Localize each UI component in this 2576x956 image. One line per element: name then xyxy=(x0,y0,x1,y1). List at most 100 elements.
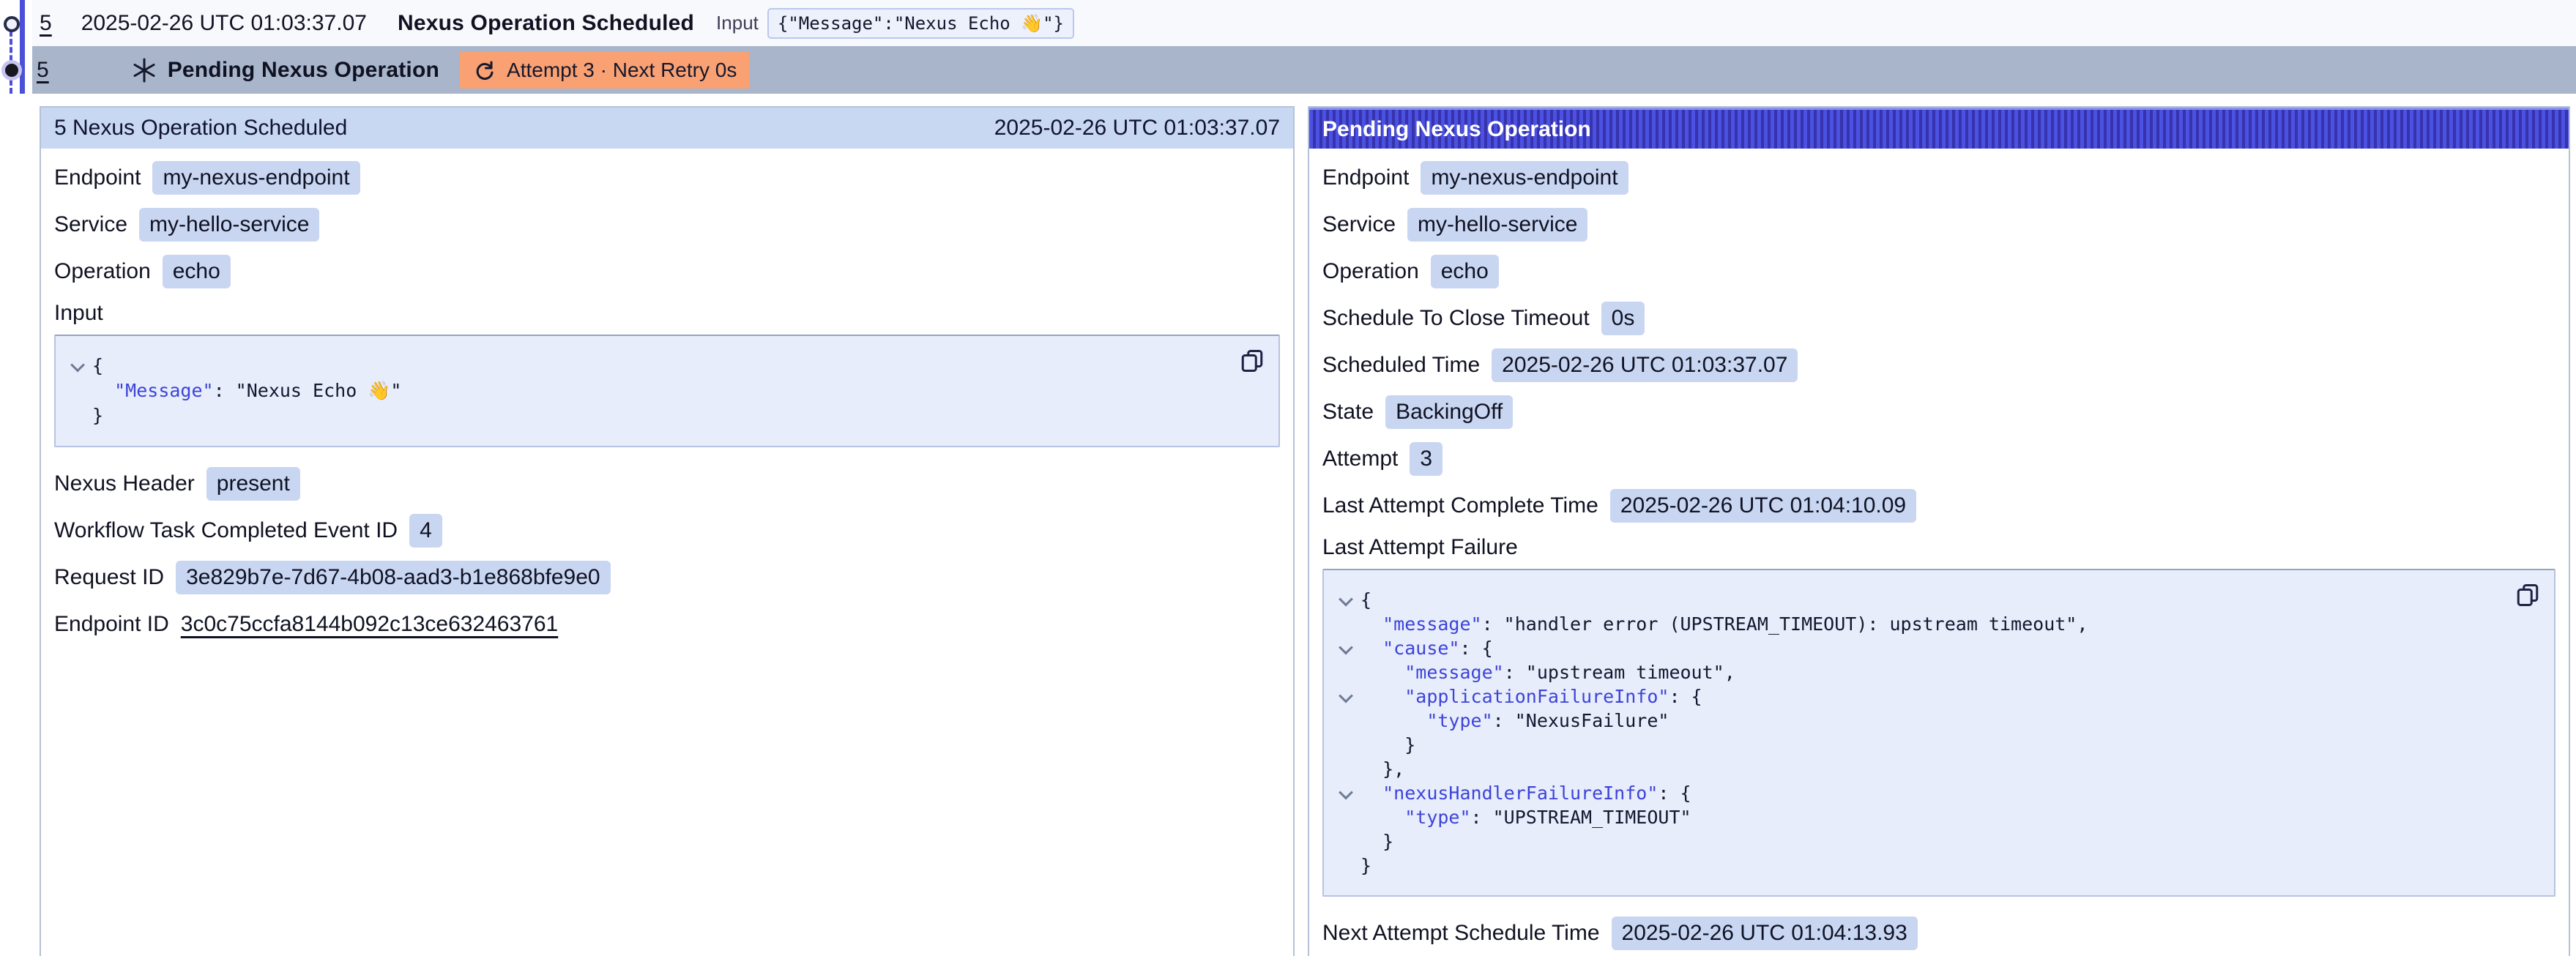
collapse-gutter xyxy=(63,354,92,378)
field-service: Service my-hello-service xyxy=(54,207,1280,242)
failure-json-lines: { "message": "handler error (UPSTREAM_TI… xyxy=(1331,588,2510,878)
field-label: Scheduled Time xyxy=(1322,353,1480,378)
field-label: Workflow Task Completed Event ID xyxy=(54,518,398,543)
code-line: "type": "NexusFailure" xyxy=(1331,709,2510,733)
field-attempt: Attempt 3 xyxy=(1322,441,2555,476)
retry-badge-label: Attempt 3 · Next Retry 0s xyxy=(507,59,737,82)
field-label: Endpoint xyxy=(54,165,141,190)
code-gutter xyxy=(1331,854,1360,878)
field-value-chip: my-hello-service xyxy=(1407,208,1587,242)
code-text: "message": "handler error (UPSTREAM_TIME… xyxy=(1360,612,2088,636)
code-gutter xyxy=(1331,612,1360,636)
code-line: } xyxy=(1331,733,2510,757)
pending-event-title: Pending Nexus Operation xyxy=(168,58,439,83)
code-gutter xyxy=(1331,757,1360,781)
code-line: "applicationFailureInfo": { xyxy=(1331,684,2510,709)
field-label: Schedule To Close Timeout xyxy=(1322,306,1590,331)
code-text: } xyxy=(92,403,103,428)
code-text: "nexusHandlerFailureInfo": { xyxy=(1360,781,1691,805)
code-text: "Message": "Nexus Echo 👋" xyxy=(92,378,401,403)
field-operation: Operationecho xyxy=(54,254,1280,288)
field-value-link[interactable]: 3c0c75ccfa8144b092c13ce632463761 xyxy=(181,612,558,637)
code-text: "type": "UPSTREAM_TIMEOUT" xyxy=(1360,805,1691,829)
field-label: Operation xyxy=(1322,259,1419,284)
code-text: "type": "NexusFailure" xyxy=(1360,709,1669,733)
code-line: } xyxy=(1331,854,2510,878)
event-id-link[interactable]: 5 xyxy=(40,11,52,36)
code-line: { xyxy=(1331,588,2510,612)
field-next-attempt-schedule-time: Next Attempt Schedule Time2025-02-26 UTC… xyxy=(1322,916,2555,950)
field-label: Next Attempt Schedule Time xyxy=(1322,921,1600,946)
event-detail-header-timestamp: 2025-02-26 UTC 01:03:37.07 xyxy=(994,116,1280,141)
field-value-chip: my-nexus-endpoint xyxy=(1421,161,1628,195)
chevron-down-icon[interactable] xyxy=(1339,640,1353,654)
code-text: "applicationFailureInfo": { xyxy=(1360,684,1702,709)
right-fields-bottom: Next Attempt Schedule Time2025-02-26 UTC… xyxy=(1322,916,2555,950)
field-value-chip: 3 xyxy=(1410,442,1443,476)
failure-json-viewer: { "message": "handler error (UPSTREAM_TI… xyxy=(1322,569,2555,897)
field-state: StateBackingOff xyxy=(1322,395,2555,429)
failure-section-label: Last Attempt Failure xyxy=(1322,535,2555,560)
field-value-chip: 3e829b7e-7d67-4b08-aad3-b1e868bfe9e0 xyxy=(176,561,611,594)
code-line: "Message": "Nexus Echo 👋" xyxy=(63,378,1235,403)
code-line: }, xyxy=(1331,757,2510,781)
chevron-down-icon[interactable] xyxy=(1339,591,1353,606)
code-line: "message": "upstream timeout", xyxy=(1331,660,2510,684)
copy-icon[interactable] xyxy=(1239,348,1265,374)
field-schedule-to-close-timeout: Schedule To Close Timeout0s xyxy=(1322,301,2555,335)
chevron-down-icon[interactable] xyxy=(1339,688,1353,703)
timeline-event-dot-open-icon xyxy=(4,16,20,32)
field-endpoint: Endpointmy-nexus-endpoint xyxy=(54,160,1280,195)
retry-arrow-icon xyxy=(473,59,496,82)
pending-operation-header: Pending Nexus Operation xyxy=(1309,108,2569,149)
field-operation: Operation echo xyxy=(1322,254,2555,288)
event-detail-panel: 5 Nexus Operation Scheduled 2025-02-26 U… xyxy=(40,106,1295,956)
code-text: { xyxy=(1360,588,1371,612)
field-request-id: Request ID 3e829b7e-7d67-4b08-aad3-b1e868… xyxy=(54,560,1280,594)
collapse-gutter xyxy=(1331,684,1360,709)
copy-icon[interactable] xyxy=(2514,582,2541,608)
collapse-gutter xyxy=(1331,636,1360,660)
field-label: Request ID xyxy=(54,565,164,590)
chevron-down-icon[interactable] xyxy=(1339,785,1353,799)
field-endpoint: Endpoint my-nexus-endpoint xyxy=(1322,160,2555,195)
event-timestamp: 2025-02-26 UTC 01:03:37.07 xyxy=(81,11,367,36)
field-label: Service xyxy=(54,212,127,237)
asterisk-icon xyxy=(131,57,157,83)
input-json-viewer: { "Message": "Nexus Echo 👋"} xyxy=(54,335,1280,447)
field-value-chip: my-hello-service xyxy=(139,208,319,242)
event-row-pending-nexus-operation[interactable]: 5 Pending Nexus Operation Attempt 3 · Ne… xyxy=(32,46,2576,94)
field-label: Endpoint ID xyxy=(54,612,169,637)
code-line: "type": "UPSTREAM_TIMEOUT" xyxy=(1331,805,2510,829)
field-label: Service xyxy=(1322,212,1396,237)
code-text: "message": "upstream timeout", xyxy=(1360,660,1735,684)
timeline-dashed-connector xyxy=(10,31,12,94)
field-value-chip: echo xyxy=(163,255,231,288)
field-value-chip: echo xyxy=(1431,255,1499,288)
code-gutter xyxy=(1331,660,1360,684)
event-detail-header: 5 Nexus Operation Scheduled 2025-02-26 U… xyxy=(41,108,1293,149)
event-row-nexus-operation-scheduled[interactable]: 5 2025-02-26 UTC 01:03:37.07 Nexus Opera… xyxy=(32,0,2576,46)
pending-operation-panel: Pending Nexus Operation Endpoint my-nexus… xyxy=(1308,106,2570,956)
code-line: { xyxy=(63,354,1235,378)
field-value-chip: 4 xyxy=(409,514,442,548)
field-label: Attempt xyxy=(1322,447,1398,471)
chevron-down-icon[interactable] xyxy=(70,358,85,373)
field-last-attempt-complete-time: Last Attempt Complete Time2025-02-26 UTC… xyxy=(1322,488,2555,523)
retry-status-badge: Attempt 3 · Next Retry 0s xyxy=(460,52,750,89)
pending-operation-header-title: Pending Nexus Operation xyxy=(1322,117,1591,142)
collapse-gutter xyxy=(1331,588,1360,612)
field-label: Nexus Header xyxy=(54,471,195,496)
field-scheduled-time: Scheduled Time2025-02-26 UTC 01:03:37.07 xyxy=(1322,348,2555,382)
field-label: Endpoint xyxy=(1322,165,1409,190)
pending-event-id-link[interactable]: 5 xyxy=(37,58,49,83)
event-title: Nexus Operation Scheduled xyxy=(398,11,694,36)
timeline-event-dot-filled-icon xyxy=(5,64,18,77)
code-line: } xyxy=(63,403,1235,428)
field-service: Service my-hello-service xyxy=(1322,207,2555,242)
code-gutter xyxy=(63,403,92,428)
code-gutter xyxy=(63,378,92,403)
code-gutter xyxy=(1331,829,1360,854)
timeline-selected-bar xyxy=(20,0,25,94)
pending-operation-body: Endpoint my-nexus-endpoint Service my-hello… xyxy=(1309,149,2569,956)
